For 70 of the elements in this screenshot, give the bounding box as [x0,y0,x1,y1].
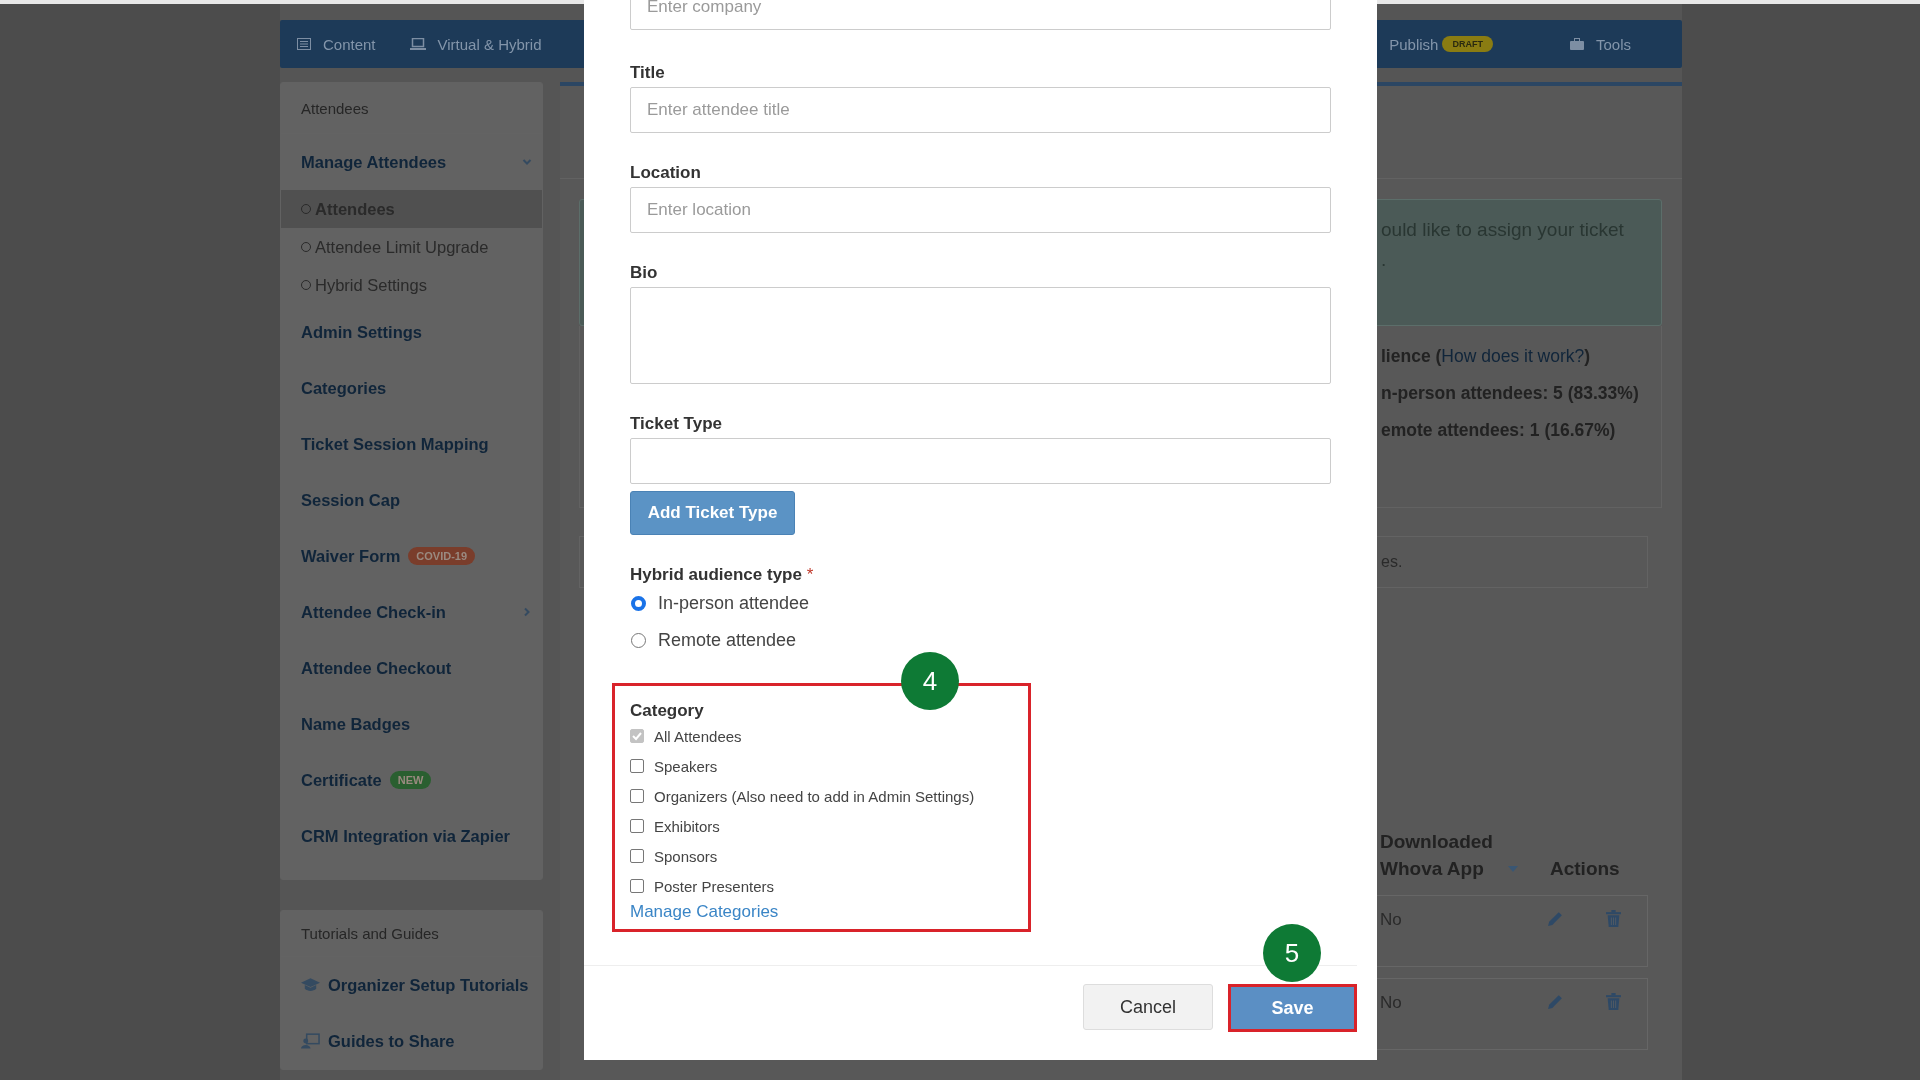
nav-tab[interactable]: Content [280,20,393,68]
checkbox[interactable] [630,879,644,893]
checkbox[interactable] [630,759,644,773]
draft-badge: DRAFT [1442,36,1493,52]
list-icon [297,38,311,50]
pencil-icon[interactable] [1547,993,1564,1010]
briefcase-icon [1569,38,1584,50]
checkbox[interactable] [630,819,644,833]
sidebar-subitem[interactable]: Hybrid Settings [281,266,542,304]
field-label: Ticket Type [630,414,723,434]
field-label: Title [630,63,666,83]
sidebar-item[interactable]: Attendee Checkout [301,658,452,678]
graduation-cap-icon [301,978,320,992]
pencil-icon[interactable] [1547,910,1564,927]
tag: COVID-19 [408,547,476,565]
nav-tab[interactable]: Publish [1389,35,1439,53]
required-mark: * [806,565,814,584]
sidebar-subitem[interactable]: Attendee Limit Upgrade [281,228,542,266]
company-field[interactable]: Enter company [630,0,1331,30]
sort-caret-icon[interactable] [1508,866,1518,872]
field-label: Hybrid audience type [630,565,802,584]
input-field[interactable]: Enter attendee title [630,87,1331,133]
checkbox-label[interactable]: Speakers [654,757,718,775]
checkbox-label[interactable]: Poster Presenters [654,877,775,895]
chevron-down-icon[interactable] [522,157,532,167]
add-ticket-type-button[interactable]: Add Ticket Type [630,491,795,535]
guides-title: Tutorials and Guides [301,925,439,942]
save-button[interactable]: Save [1228,984,1357,1032]
radio-label[interactable]: Remote attendee [658,630,797,651]
nav-tab[interactable]: Virtual & Hybrid [392,20,559,68]
radio-label[interactable]: In-person attendee [658,593,810,614]
sidebar-item[interactable]: Attendee Check-in [301,602,446,622]
sidebar-item[interactable]: Waiver Form [301,546,401,566]
bio-field[interactable] [630,287,1331,384]
audience-title-end: ) [1584,346,1591,367]
sidebar-item[interactable]: Manage Attendees [301,152,447,172]
input-field[interactable]: Enter location [630,187,1331,233]
checkbox[interactable] [630,789,644,803]
sidebar-title: Attendees [301,99,369,117]
help-link[interactable]: How does it work? [1441,346,1585,367]
checkbox-label[interactable]: Organizers (Also need to add in Admin Settings) [654,787,975,805]
guide-link[interactable]: Organizer Setup Tutorials [328,975,529,995]
manage-categories-link[interactable]: Manage Categories [630,902,779,922]
trash-icon[interactable] [1606,910,1621,927]
field-label: Bio [630,263,659,283]
laptop-icon [409,38,426,50]
sidebar-item[interactable]: Admin Settings [301,322,422,342]
input-field[interactable] [630,438,1331,484]
guide-link[interactable]: Guides to Share [328,1031,455,1051]
step-marker: 4 [901,652,959,710]
step-marker: 5 [1263,924,1321,982]
field-label: Category [630,701,705,721]
sidebar-item[interactable]: Name Badges [301,714,411,734]
checkbox-label[interactable]: Sponsors [654,847,718,865]
sidebar-item[interactable]: Certificate [301,770,382,790]
field-label: Location [630,163,702,183]
cancel-button[interactable]: Cancel [1083,984,1213,1030]
sidebar-item[interactable]: Session Cap [301,490,401,510]
radio-button[interactable] [631,596,646,611]
sidebar-item[interactable]: CRM Integration via Zapier [301,826,511,846]
checkbox[interactable] [630,849,644,863]
sidebar-item[interactable]: Ticket Session Mapping [301,434,489,454]
trash-icon[interactable] [1606,993,1621,1010]
nav-tab[interactable]: Tools [1552,20,1648,68]
chevron-right-icon[interactable] [522,607,532,617]
presentation-icon [301,1033,320,1049]
alert-text: . [1381,248,1388,272]
sidebar-item[interactable]: Categories [301,378,387,398]
checkbox-label[interactable]: Exhibitors [654,817,720,835]
tag: NEW [389,771,432,789]
